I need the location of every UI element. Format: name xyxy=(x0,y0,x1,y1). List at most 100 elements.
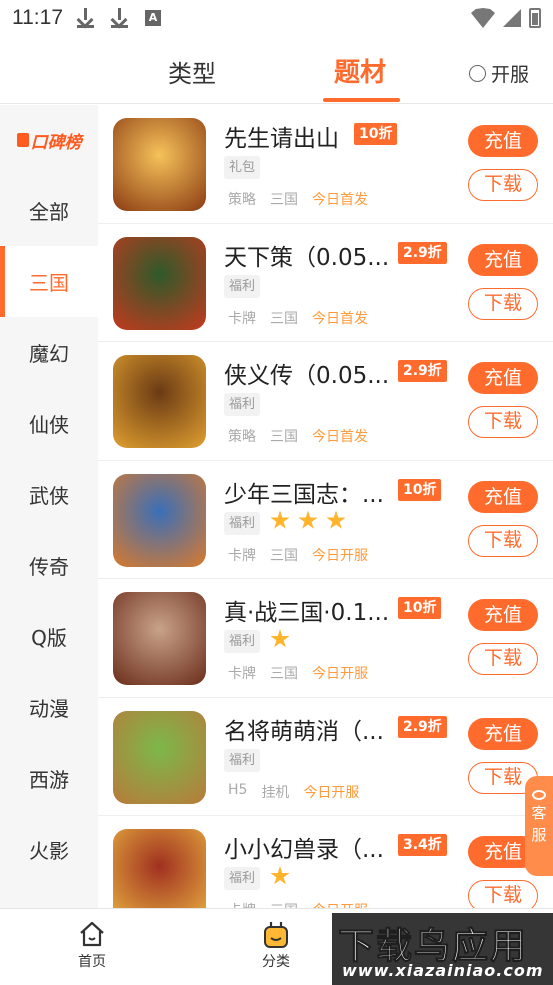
game-list-item[interactable]: 名将萌萌消（... 2.9折 福利 H5 挂机 今日开服 充值 下载 xyxy=(98,698,553,816)
download-button[interactable]: 下载 xyxy=(468,406,538,438)
charge-button[interactable]: 充值 xyxy=(468,717,538,750)
game-name: 真·战三国·0.1... xyxy=(224,600,390,626)
status-time: 11:17 xyxy=(12,6,63,29)
game-tag: 福利 xyxy=(224,393,261,416)
category-icon xyxy=(262,921,290,948)
sidebar-item-dongman[interactable]: 动漫 xyxy=(0,672,98,743)
game-list-item[interactable]: 侠义传（0.05... 2.9折 福利 策略 三国 今日首发 充值 下载 xyxy=(98,342,553,461)
charge-button[interactable]: 充值 xyxy=(468,480,538,513)
game-status: 今日首发 xyxy=(312,429,368,445)
status-bar: 11:17 A xyxy=(0,0,553,36)
discount-badge: 2.9折 xyxy=(398,241,447,264)
tab-type[interactable]: 类型 xyxy=(168,54,216,89)
active-tab-indicator xyxy=(323,98,400,102)
game-genre: 卡牌 xyxy=(228,310,256,327)
sidebar-item-sanguo[interactable]: 三国 xyxy=(0,246,98,317)
discount-badge: 2.9折 xyxy=(398,360,447,382)
game-status: 今日首发 xyxy=(312,192,368,208)
game-theme: 挂机 xyxy=(261,784,290,801)
nav-home[interactable]: 首页 xyxy=(62,921,122,971)
game-theme: 三国 xyxy=(270,547,298,564)
game-status: 今日开服 xyxy=(312,900,368,908)
game-icon[interactable] xyxy=(113,710,206,804)
battery-icon xyxy=(529,8,541,28)
game-list-item[interactable]: 真·战三国·0.1... 10折福利卡牌 三国 今日开服 充值下载 xyxy=(98,579,553,698)
game-list-item[interactable]: 天下策（0.05... 2.9折 福利 卡牌 三国 今日首发 充值 下载 xyxy=(98,224,553,342)
game-icon[interactable] xyxy=(113,236,206,330)
game-name: 名将萌萌消（... xyxy=(224,718,384,745)
game-theme: 三国 xyxy=(270,310,298,327)
sidebar-item-qban[interactable]: Q版 xyxy=(0,601,98,672)
star-icon xyxy=(270,510,290,529)
customer-service-button[interactable]: 客服 xyxy=(525,776,553,876)
game-list-item[interactable]: 先生请出山 10折 礼包 策略 三国 今日首发 充值 下载 xyxy=(98,105,553,224)
game-status: 今日开服 xyxy=(312,547,368,564)
radio-icon[interactable] xyxy=(468,65,486,82)
nav-home-label: 首页 xyxy=(78,954,106,970)
discount-badge: 10折 xyxy=(398,597,442,619)
game-icon[interactable] xyxy=(113,473,206,567)
sidebar-item-all[interactable]: 全部 xyxy=(0,175,98,246)
rating-stars xyxy=(270,866,290,886)
rating-stars xyxy=(270,629,290,649)
game-list: 先生请出山 10折 礼包 策略 三国 今日首发 充值 下载 天下策（0.05... 2.9折 福利卡… xyxy=(98,105,553,908)
star-icon xyxy=(298,510,318,529)
watermark-url: www.xiazainiao.com xyxy=(342,961,544,980)
thumb-up-icon xyxy=(16,133,29,147)
download-icon xyxy=(77,8,94,28)
sidebar-item-koubei[interactable]: 口碑榜 xyxy=(0,105,98,175)
game-icon[interactable] xyxy=(113,592,206,685)
download-icon xyxy=(111,8,128,28)
game-meta: 策略 三国 今日首发 xyxy=(228,426,368,446)
game-genre: 卡牌 xyxy=(228,547,256,564)
signal-icon xyxy=(503,9,521,27)
charge-button[interactable]: 充值 xyxy=(468,125,538,157)
game-name: 少年三国志：... xyxy=(224,481,384,508)
koubei-label: 口碑榜 xyxy=(30,132,82,153)
charge-button[interactable]: 充值 xyxy=(468,243,538,276)
nav-category[interactable]: 分类 xyxy=(246,921,306,971)
game-tag: 福利 xyxy=(224,867,261,890)
game-list-item[interactable]: 少年三国志：... 10折福利卡牌 三国 今日开服 充值下载 xyxy=(98,461,553,579)
charge-button[interactable]: 充值 xyxy=(468,599,538,631)
headset-icon xyxy=(532,790,546,800)
discount-badge: 3.4折 xyxy=(398,834,447,856)
game-genre: 卡牌 xyxy=(228,666,256,682)
game-list-item[interactable]: 小小幻兽录（...3.4折福利卡牌三国今日开服充值下载 xyxy=(98,816,553,908)
game-tag: 福利 xyxy=(224,630,261,653)
sidebar-item-mohuan[interactable]: 魔幻 xyxy=(0,317,98,388)
sidebar-item-huoying[interactable]: 火影 xyxy=(0,814,98,885)
game-genre: H5 xyxy=(228,781,248,798)
game-meta: 卡牌三国今日开服 xyxy=(228,663,368,683)
open-server-label: 开服 xyxy=(490,64,529,86)
game-theme: 三国 xyxy=(270,900,298,908)
sidebar-item-wuxia[interactable]: 武侠 xyxy=(0,459,98,530)
game-icon[interactable] xyxy=(113,118,206,211)
discount-badge: 10折 xyxy=(398,478,442,501)
charge-button[interactable]: 充值 xyxy=(468,362,538,394)
sidebar-item-xiyou[interactable]: 西游 xyxy=(0,743,98,814)
discount-badge: 2.9折 xyxy=(398,715,447,738)
sidebar-item-xianxia[interactable]: 仙侠 xyxy=(0,388,98,459)
game-tag: 福利 xyxy=(224,748,261,772)
download-button[interactable]: 下载 xyxy=(468,643,538,675)
game-icon[interactable] xyxy=(113,829,206,908)
download-button[interactable]: 下载 xyxy=(468,287,538,320)
game-tag: 福利 xyxy=(224,511,261,535)
game-theme: 三国 xyxy=(270,192,298,208)
game-tag: 福利 xyxy=(224,274,261,298)
game-meta: 策略 三国 今日首发 xyxy=(228,189,368,209)
download-button[interactable]: 下载 xyxy=(468,169,538,201)
game-meta: 卡牌 三国 今日首发 xyxy=(228,308,368,328)
game-meta: 卡牌 三国 今日开服 xyxy=(228,900,368,908)
game-icon[interactable] xyxy=(113,355,206,448)
bottom-nav: 首页 分类 下载鸟应用 www.xiazainiao.com xyxy=(0,908,553,985)
tab-theme[interactable]: 题材 xyxy=(334,52,386,89)
sidebar-item-chuanqi[interactable]: 传奇 xyxy=(0,530,98,601)
open-server-toggle[interactable]: 开服 xyxy=(468,60,529,87)
download-button[interactable]: 下载 xyxy=(468,524,538,557)
download-button[interactable]: 下载 xyxy=(468,880,538,908)
game-meta: H5 挂机 今日开服 xyxy=(228,782,359,802)
game-genre: 卡牌 xyxy=(228,900,256,908)
game-theme: 三国 xyxy=(270,429,298,445)
